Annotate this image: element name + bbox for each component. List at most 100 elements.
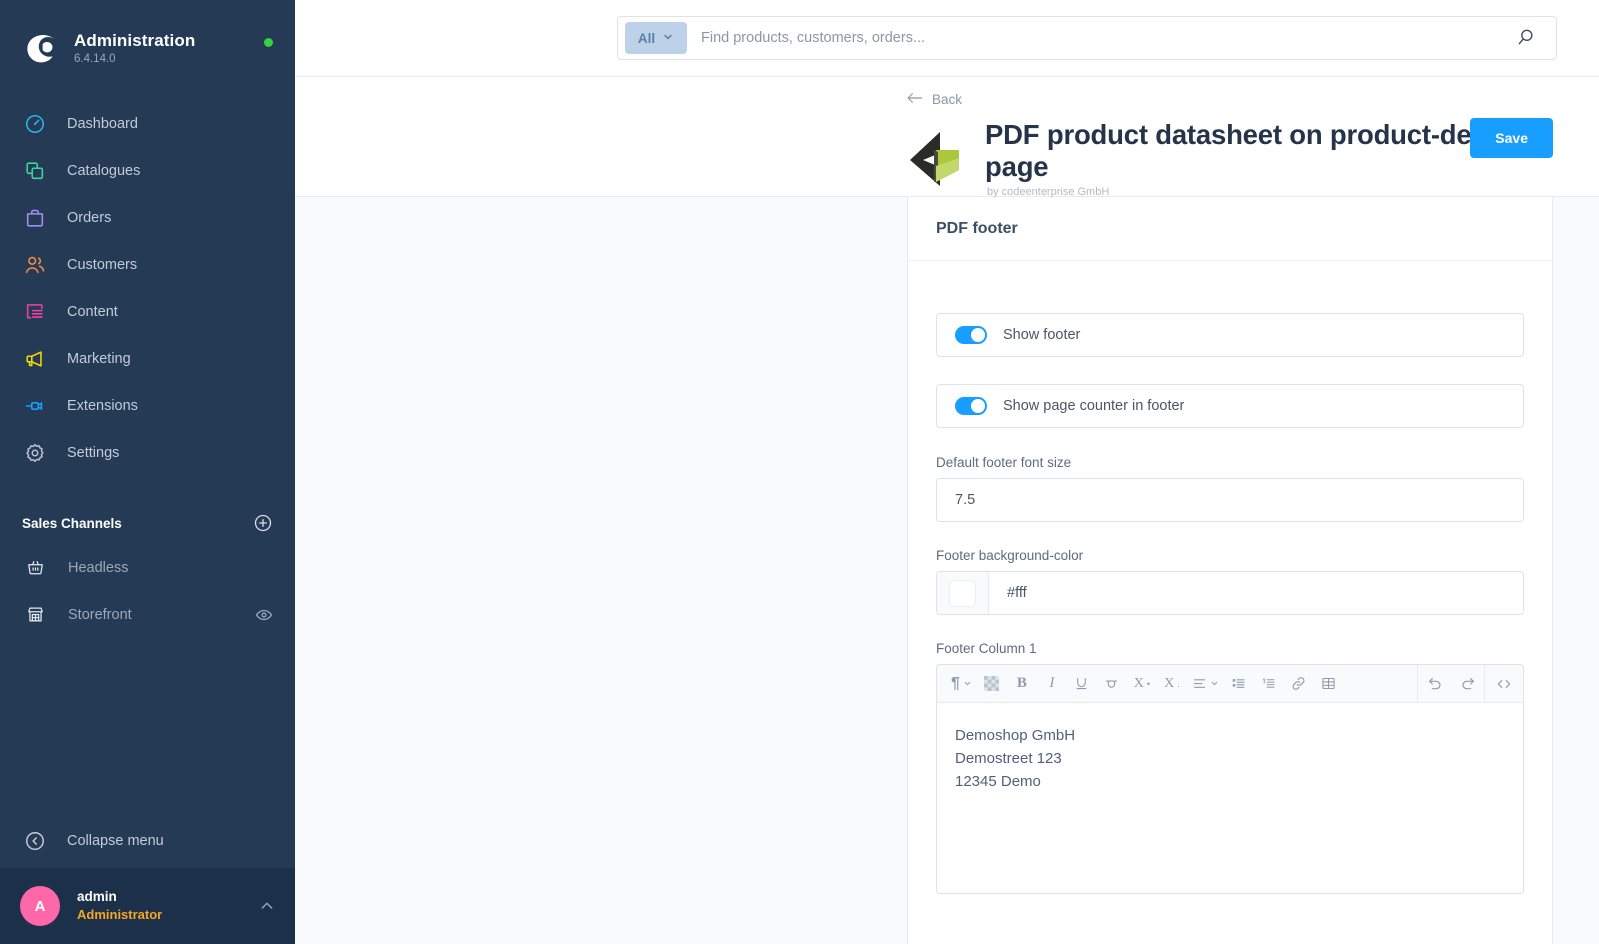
collapse-menu-button[interactable]: Collapse menu — [0, 814, 295, 868]
paragraph-icon[interactable]: ¶ — [946, 665, 977, 703]
editor-content[interactable]: Demoshop GmbH Demostreet 123 12345 Demo — [937, 703, 1523, 893]
sidebar-item-label: Marketing — [67, 350, 131, 367]
top-search-bar: All — [295, 0, 1599, 77]
sidebar-item-label: Customers — [67, 256, 138, 273]
sales-channel-headless[interactable]: Headless — [0, 544, 295, 591]
sidebar-item-content[interactable]: Content — [0, 288, 295, 335]
card-title: PDF footer — [936, 219, 1018, 237]
sidebar-item-label: Orders — [67, 209, 112, 226]
sidebar-item-extensions[interactable]: Extensions — [0, 382, 295, 429]
editor-toolbar: ¶ B I X • X . — [937, 664, 1523, 703]
catalogues-icon — [22, 158, 48, 184]
chevron-up-icon[interactable] — [259, 898, 275, 914]
collapse-menu-label: Collapse menu — [67, 833, 164, 849]
back-label: Back — [932, 92, 963, 107]
editor-toolbar-left: ¶ B I X • X . — [937, 665, 1417, 703]
subscript-icon[interactable]: X. — [1157, 665, 1187, 703]
chevron-down-icon — [662, 31, 674, 46]
search-icon[interactable] — [1516, 27, 1538, 49]
superscript-icon[interactable]: X • — [1127, 665, 1157, 703]
sidebar-item-label: Catalogues — [67, 162, 141, 179]
main-area: All Back — [295, 0, 1599, 944]
search-input[interactable] — [687, 30, 1516, 46]
sidebar-nav: Dashboard Catalogues Orders Customers Co… — [0, 100, 295, 476]
show-footer-toggle-row[interactable]: Show footer — [936, 313, 1524, 357]
footer-bg-color-field[interactable] — [936, 571, 1524, 615]
sales-channels-section-header: Sales Channels — [0, 502, 295, 544]
basket-icon — [24, 557, 46, 579]
sales-channel-label: Headless — [68, 559, 129, 576]
editor-line: 12345 Demo — [955, 772, 1041, 790]
footer-bg-color-input[interactable] — [989, 572, 1523, 614]
arrow-left-icon — [906, 91, 923, 108]
sidebar-version: 6.4.14.0 — [74, 53, 116, 66]
footer-column-1-label: Footer Column 1 — [936, 641, 1037, 656]
user-name: admin — [77, 889, 117, 905]
link-icon[interactable] — [1284, 665, 1314, 703]
footer-font-size-input[interactable] — [936, 478, 1524, 522]
footer-bg-color-field-group: Footer background-color — [936, 548, 1524, 615]
align-icon[interactable] — [1187, 665, 1224, 703]
footer-font-size-label: Default footer font size — [936, 455, 1072, 470]
sidebar-item-customers[interactable]: Customers — [0, 241, 295, 288]
sidebar-item-catalogues[interactable]: Catalogues — [0, 147, 295, 194]
sidebar-item-marketing[interactable]: Marketing — [0, 335, 295, 382]
footer-bg-color-label: Footer background-color — [936, 548, 1084, 563]
redo-icon[interactable] — [1451, 665, 1484, 703]
back-button[interactable]: Back — [906, 91, 962, 108]
global-search[interactable]: All — [617, 16, 1557, 60]
sales-channel-storefront[interactable]: Storefront — [0, 591, 295, 638]
sidebar-item-label: Dashboard — [67, 115, 138, 132]
text-color-icon[interactable] — [977, 665, 1007, 703]
page-header: Back PDF product datasheet on product-de… — [295, 77, 1599, 199]
sidebar-item-orders[interactable]: Orders — [0, 194, 295, 241]
footer-font-size-field-group: Default footer font size — [936, 455, 1524, 522]
strikethrough-icon[interactable] — [1097, 665, 1127, 703]
customers-icon — [22, 252, 48, 278]
sidebar-brand[interactable]: Administration 6.4.14.0 — [0, 0, 295, 78]
plugin-logo-icon — [907, 130, 967, 188]
search-scope-label: All — [637, 30, 656, 46]
sales-channel-label: Storefront — [68, 606, 132, 623]
search-scope-selector[interactable]: All — [625, 22, 687, 54]
source-code-icon[interactable] — [1485, 665, 1523, 703]
bold-icon[interactable]: B — [1007, 665, 1037, 703]
sidebar-item-label: Settings — [67, 444, 120, 461]
color-swatch — [949, 579, 976, 607]
chevron-left-circle-icon — [22, 828, 48, 854]
sidebar-item-dashboard[interactable]: Dashboard — [0, 100, 295, 147]
storefront-icon — [24, 604, 46, 626]
show-footer-toggle[interactable] — [955, 326, 987, 344]
shopware-logo-icon — [22, 30, 60, 68]
rich-text-editor: ¶ B I X • X . Demoshop GmbH Demostreet 1… — [936, 664, 1524, 894]
footer-column-1-group: Footer Column 1 ¶ B I X • X . Demoshop G… — [936, 641, 1524, 894]
table-icon[interactable] — [1314, 665, 1344, 703]
numbered-list-icon[interactable] — [1254, 665, 1284, 703]
underline-icon[interactable] — [1067, 665, 1097, 703]
editor-line: Demostreet 123 — [955, 749, 1062, 767]
plus-circle-icon[interactable] — [253, 513, 273, 533]
user-menu[interactable]: A admin Administrator — [0, 868, 295, 944]
sidebar-item-settings[interactable]: Settings — [0, 429, 295, 476]
page-subtitle: by codeenterprise GmbH — [987, 186, 1110, 199]
pdf-footer-card: PDF footer Show footer Show page counter… — [907, 197, 1553, 944]
user-role: Administrator — [77, 907, 163, 923]
sales-channels-title: Sales Channels — [22, 515, 122, 531]
marketing-icon — [22, 346, 48, 372]
eye-icon[interactable] — [255, 606, 273, 624]
color-swatch-button[interactable] — [937, 572, 989, 614]
show-page-counter-toggle-row[interactable]: Show page counter in footer — [936, 384, 1524, 428]
content-scroll-area: PDF footer Show footer Show page counter… — [295, 197, 1599, 944]
editor-toolbar-right — [1417, 664, 1523, 703]
save-button[interactable]: Save — [1470, 118, 1553, 158]
sidebar-item-label: Content — [67, 303, 118, 320]
bullet-list-icon[interactable] — [1224, 665, 1254, 703]
show-page-counter-toggle[interactable] — [955, 397, 987, 415]
sidebar-brand-title: Administration — [74, 30, 196, 50]
extensions-icon — [22, 393, 48, 419]
undo-icon[interactable] — [1418, 665, 1451, 703]
dashboard-icon — [22, 111, 48, 137]
avatar: A — [20, 886, 60, 926]
italic-icon[interactable]: I — [1037, 665, 1067, 703]
